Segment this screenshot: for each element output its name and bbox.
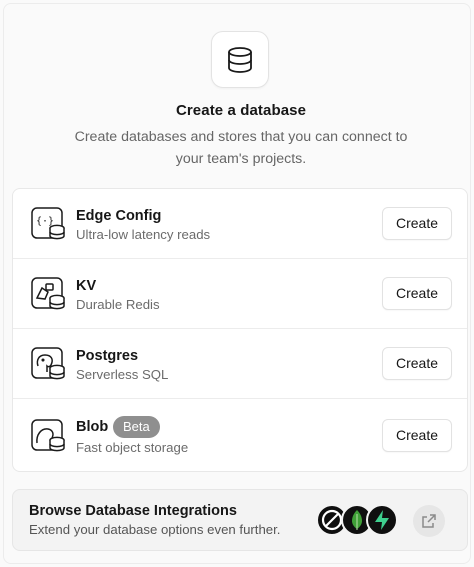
store-description: Serverless SQL	[76, 367, 169, 382]
create-kv-button[interactable]: Create	[382, 277, 452, 310]
integration-logos	[316, 504, 398, 538]
external-link-button[interactable]	[413, 505, 445, 537]
database-list: {·} Edge Config Ultra-low latency reads …	[12, 188, 468, 472]
list-item-blob: Blob Beta Fast object storage Create	[13, 399, 467, 471]
postgres-icon	[31, 347, 65, 380]
store-name: Blob	[76, 419, 109, 435]
create-postgres-button[interactable]: Create	[382, 347, 452, 380]
edge-config-icon: {·}	[31, 207, 65, 240]
create-blob-button[interactable]: Create	[382, 419, 452, 452]
browse-integrations-title: Browse Database Integrations	[29, 503, 237, 519]
blob-icon	[31, 419, 65, 452]
list-item-edge-config: {·} Edge Config Ultra-low latency reads …	[13, 189, 467, 259]
kv-icon	[31, 277, 65, 310]
beta-badge: Beta	[113, 416, 160, 438]
external-link-icon	[422, 514, 436, 528]
supabase-logo	[366, 504, 398, 536]
svg-text:{·}: {·}	[36, 216, 54, 227]
store-name: Postgres	[76, 348, 139, 364]
create-database-panel: Create a database Create databases and s…	[3, 3, 471, 564]
store-description: Fast object storage	[76, 440, 189, 455]
create-edge-config-button[interactable]: Create	[382, 207, 452, 240]
database-icon-tile	[211, 31, 269, 88]
list-item-postgres: Postgres Serverless SQL Create	[13, 329, 467, 399]
list-item-kv: KV Durable Redis Create	[13, 259, 467, 329]
store-description: Ultra-low latency reads	[76, 227, 211, 242]
page-title: Create a database	[175, 102, 307, 119]
store-description: Durable Redis	[76, 297, 160, 312]
browse-integrations-subtitle: Extend your database options even furthe…	[29, 522, 281, 537]
store-name: KV	[76, 278, 97, 294]
browse-integrations-card[interactable]: Browse Database Integrations Extend your…	[12, 489, 468, 551]
page-subtitle: Create databases and stores that you can…	[74, 129, 408, 167]
store-name: Edge Config	[76, 208, 162, 224]
database-icon	[228, 46, 252, 73]
